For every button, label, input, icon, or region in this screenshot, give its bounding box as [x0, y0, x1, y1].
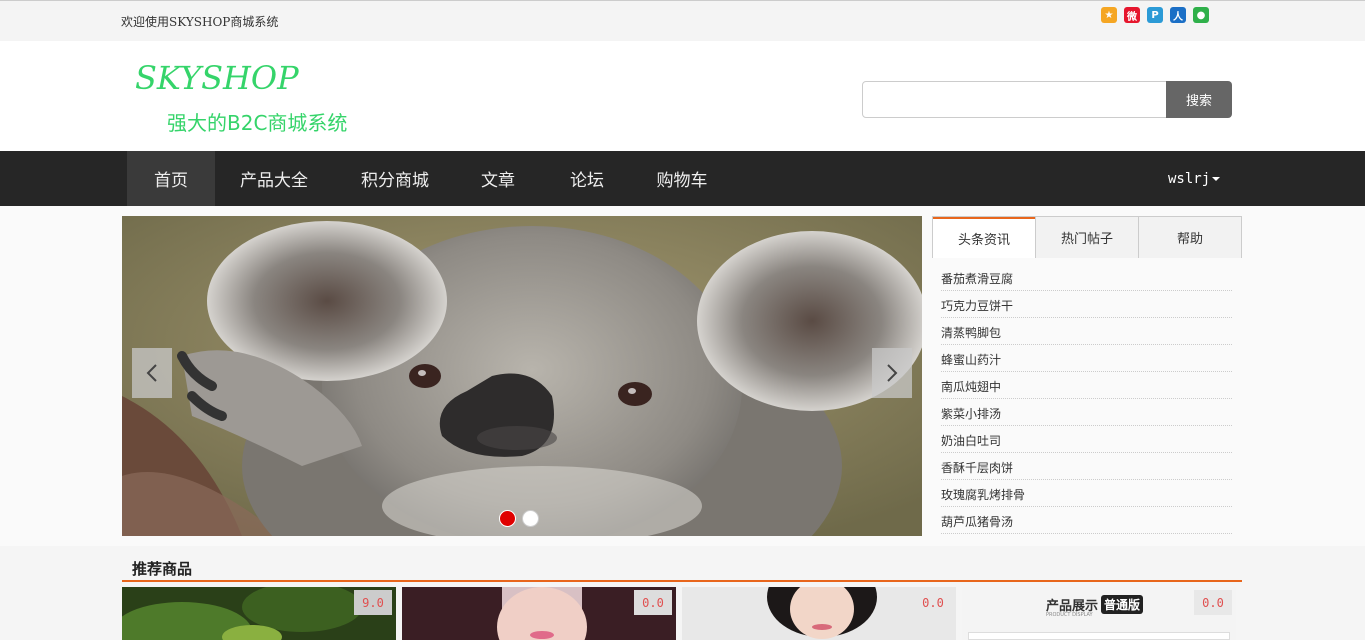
top-bar: 欢迎使用SKYSHOP商城系统 ★ 微 P 人 ● [0, 0, 1365, 41]
product-badge: 普通版 [1101, 595, 1144, 614]
search-button[interactable]: 搜索 [1166, 81, 1232, 118]
nav-item-forum[interactable]: 论坛 [557, 151, 617, 206]
nav-item-home[interactable]: 首页 [127, 151, 215, 206]
news-item[interactable]: 香酥千层肉饼 [941, 453, 1232, 480]
product-card[interactable]: 9.0 [122, 587, 396, 640]
welcome-text: 欢迎使用SKYSHOP商城系统 [121, 15, 279, 29]
news-item[interactable]: 清蒸鸭脚包 [941, 318, 1232, 345]
chevron-right-icon [887, 364, 898, 382]
product-card[interactable]: 0.0 [402, 587, 676, 640]
product-price: 9.0 [354, 590, 392, 615]
news-list: 番茄煮滑豆腐 巧克力豆饼干 清蒸鸭脚包 蜂蜜山药汁 南瓜炖翅中 紫菜小排汤 奶油… [941, 264, 1232, 534]
news-item[interactable]: 南瓜炖翅中 [941, 372, 1232, 399]
product-price: 0.0 [914, 590, 952, 615]
nav-item-points-mall[interactable]: 积分商城 [345, 151, 445, 206]
user-menu[interactable]: wslrj [1168, 151, 1221, 206]
logo[interactable]: SKYSHOP [135, 59, 299, 97]
product-image-frame [968, 632, 1230, 640]
weibo-icon[interactable]: 微 [1124, 7, 1140, 23]
product-price: 0.0 [634, 590, 672, 615]
carousel-next-button[interactable] [872, 348, 912, 398]
slogan: 强大的B2C商城系统 [167, 111, 348, 135]
recommended-title: 推荐商品 [132, 560, 193, 578]
qzone-icon[interactable]: ★ [1101, 7, 1117, 23]
main-nav: 首页 产品大全 积分商城 文章 论坛 购物车 wslrj [0, 151, 1365, 206]
search-input[interactable] [862, 81, 1168, 118]
tab-hot-posts[interactable]: 热门帖子 [1035, 217, 1138, 258]
nav-item-products[interactable]: 产品大全 [225, 151, 323, 206]
header: SKYSHOP 强大的B2C商城系统 搜索 [0, 41, 1365, 151]
news-item[interactable]: 紫菜小排汤 [941, 399, 1232, 426]
news-item[interactable]: 葫芦瓜猪骨汤 [941, 507, 1232, 534]
carousel-dot-2[interactable] [522, 510, 539, 527]
product-card[interactable]: 产品展示 普通版 PRODUCT DISPLAY 0.0 [962, 587, 1236, 640]
wechat-icon[interactable]: ● [1193, 7, 1209, 23]
renren-icon[interactable]: 人 [1170, 7, 1186, 23]
tab-help[interactable]: 帮助 [1138, 217, 1241, 258]
tab-headlines[interactable]: 头条资讯 [933, 217, 1035, 258]
carousel-prev-button[interactable] [132, 348, 172, 398]
news-item[interactable]: 奶油白吐司 [941, 426, 1232, 453]
news-item[interactable]: 蜂蜜山药汁 [941, 345, 1232, 372]
news-item[interactable]: 玫瑰腐乳烤排骨 [941, 480, 1232, 507]
username: wslrj [1168, 170, 1211, 187]
product-price: 0.0 [1194, 590, 1232, 615]
nav-item-cart[interactable]: 购物车 [645, 151, 719, 206]
news-item[interactable]: 番茄煮滑豆腐 [941, 264, 1232, 291]
carousel-dot-1[interactable] [499, 510, 516, 527]
product-card[interactable]: 0.0 [682, 587, 956, 640]
chevron-left-icon [146, 364, 157, 382]
tencent-weibo-icon[interactable]: P [1147, 7, 1163, 23]
nav-item-articles[interactable]: 文章 [468, 151, 528, 206]
banner-carousel[interactable] [122, 216, 922, 536]
news-panel: 头条资讯 热门帖子 帮助 番茄煮滑豆腐 巧克力豆饼干 清蒸鸭脚包 蜂蜜山药汁 南… [932, 216, 1242, 536]
recommended-header: 推荐商品 [122, 556, 1242, 582]
product-image-caption: PRODUCT DISPLAY [1046, 612, 1093, 618]
koala-image [122, 216, 922, 536]
news-tabs: 头条资讯 热门帖子 帮助 [932, 216, 1242, 258]
news-item[interactable]: 巧克力豆饼干 [941, 291, 1232, 318]
share-icons: ★ 微 P 人 ● [1101, 7, 1209, 23]
caret-down-icon [1212, 176, 1221, 181]
